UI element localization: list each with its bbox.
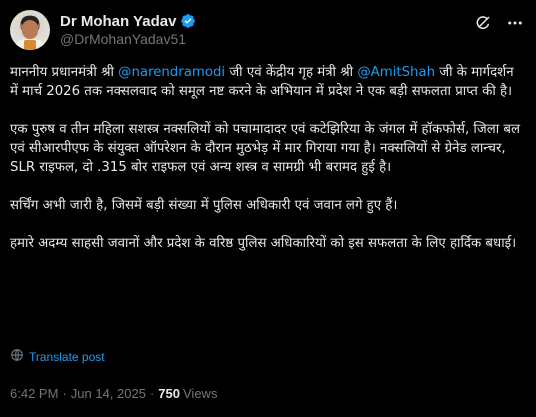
post-time[interactable]: 6:42 PM	[10, 386, 58, 401]
views-label: Views	[183, 386, 218, 401]
mention-link-narendramodi[interactable]: @narendramodi	[118, 65, 225, 80]
meta-separator: ·	[149, 386, 155, 401]
post-meta: 6:42 PM · Jun 14, 2025 · 750 Views	[10, 386, 217, 401]
translate-post-link[interactable]: Translate post	[29, 350, 105, 364]
views-count: 750	[158, 386, 180, 401]
post-paragraph-1: माननीय प्रधानमंत्री श्री @narendramodi ज…	[10, 63, 525, 101]
avatar[interactable]	[10, 10, 50, 50]
verified-badge-icon[interactable]	[180, 13, 196, 29]
author-display-name[interactable]: Dr Mohan Yadav	[60, 13, 176, 30]
author-name-row: Dr Mohan Yadav	[60, 11, 196, 31]
more-options-icon[interactable]	[504, 12, 526, 34]
meta-separator: ·	[62, 386, 67, 401]
top-actions	[472, 12, 526, 34]
post-paragraph-2: एक पुरुष व तीन महिला सशस्त्र नक्सलियों क…	[10, 122, 521, 175]
grok-icon[interactable]	[472, 12, 494, 34]
mention-link-amitshah[interactable]: @AmitShah	[357, 65, 435, 80]
globe-icon	[10, 347, 24, 366]
post-text-segment: माननीय प्रधानमंत्री श्री	[10, 65, 119, 80]
post-paragraph-4: हमारे अदम्य साहसी जवानों और प्रदेश के वर…	[10, 236, 517, 251]
post-paragraph-3: सर्चिंग अभी जारी है, जिसमें बड़ी संख्या …	[10, 198, 398, 213]
post-card: Dr Mohan Yadav @DrMohanYadav51 माननीय प्…	[0, 0, 536, 417]
post-date[interactable]: Jun 14, 2025	[71, 386, 146, 401]
post-text-segment: जी एवं केंद्रीय गृह मंत्री श्री	[225, 65, 358, 80]
translate-post[interactable]: Translate post	[10, 347, 105, 366]
author-handle[interactable]: @DrMohanYadav51	[60, 31, 186, 47]
post-text: माननीय प्रधानमंत्री श्री @narendramodi ज…	[10, 63, 525, 272]
